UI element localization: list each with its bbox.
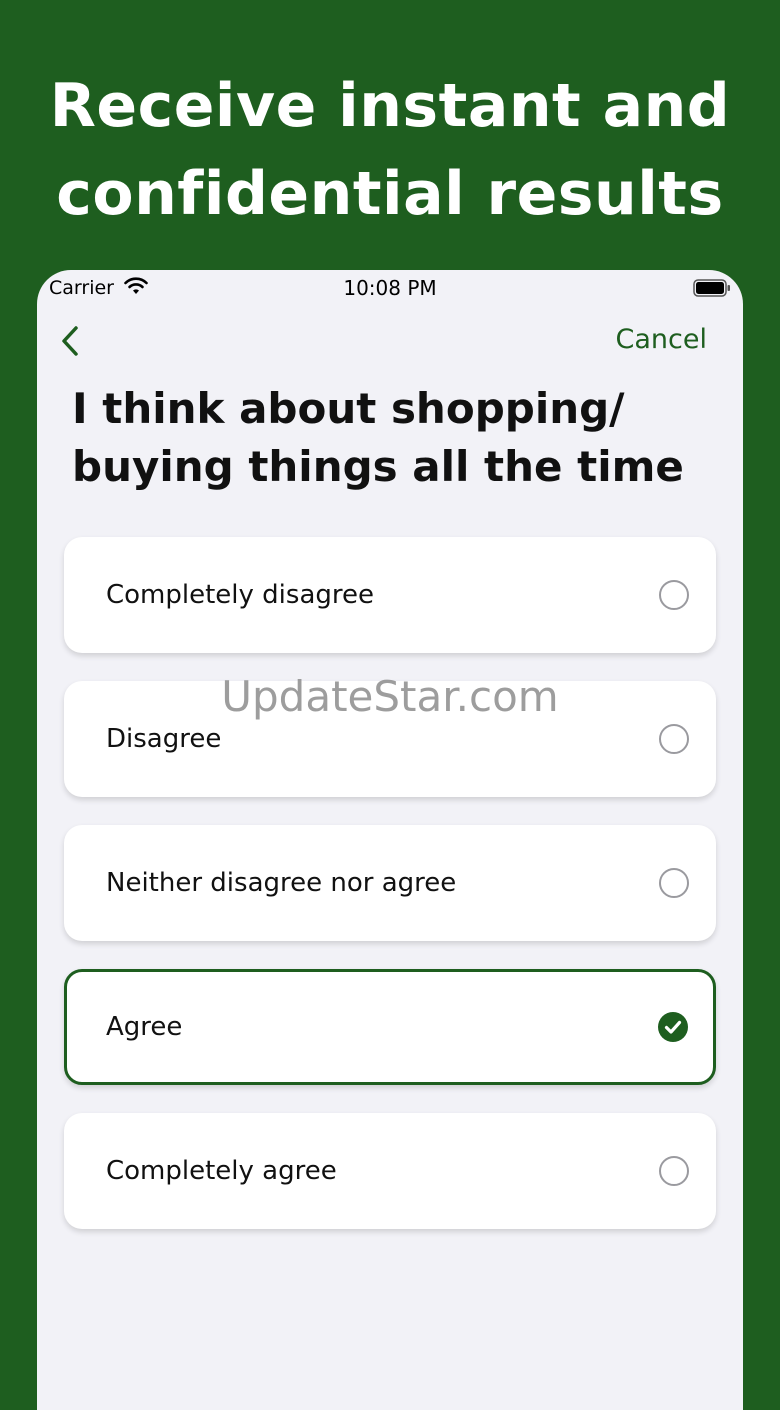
promo-headline: Receive instant and confidential results	[0, 62, 780, 238]
option-label: Completely disagree	[106, 580, 374, 610]
option-agree[interactable]: Agree	[64, 969, 716, 1085]
option-completely-agree[interactable]: Completely agree	[64, 1113, 716, 1229]
phone-screen: Carrier 10:08 PM Cancel I think about sh…	[37, 270, 743, 1410]
checkmark-icon	[664, 1020, 682, 1034]
status-time: 10:08 PM	[343, 276, 437, 300]
promo-line-2: confidential results	[56, 159, 724, 229]
option-completely-disagree[interactable]: Completely disagree	[64, 537, 716, 653]
option-disagree[interactable]: Disagree	[64, 681, 716, 797]
question-line-2: buying things all the time	[72, 442, 684, 491]
option-label: Disagree	[106, 724, 222, 754]
promo-line-1: Receive instant and	[49, 71, 731, 141]
cancel-button[interactable]: Cancel	[616, 324, 707, 355]
battery-icon	[693, 279, 731, 297]
option-label: Completely agree	[106, 1156, 337, 1186]
answer-options: Completely disagree Disagree Neither dis…	[64, 537, 716, 1257]
status-bar: Carrier 10:08 PM	[37, 270, 743, 310]
radio-unchecked-icon	[659, 580, 689, 610]
question-line-1: I think about shopping/	[72, 384, 625, 433]
question-title: I think about shopping/ buying things al…	[72, 380, 712, 496]
option-label: Neither disagree nor agree	[106, 868, 457, 898]
radio-checked-icon	[658, 1012, 688, 1042]
back-button[interactable]	[55, 322, 85, 362]
chevron-left-icon	[62, 326, 78, 356]
option-neither[interactable]: Neither disagree nor agree	[64, 825, 716, 941]
radio-unchecked-icon	[659, 1156, 689, 1186]
radio-unchecked-icon	[659, 724, 689, 754]
radio-unchecked-icon	[659, 868, 689, 898]
option-label: Agree	[106, 1012, 183, 1042]
